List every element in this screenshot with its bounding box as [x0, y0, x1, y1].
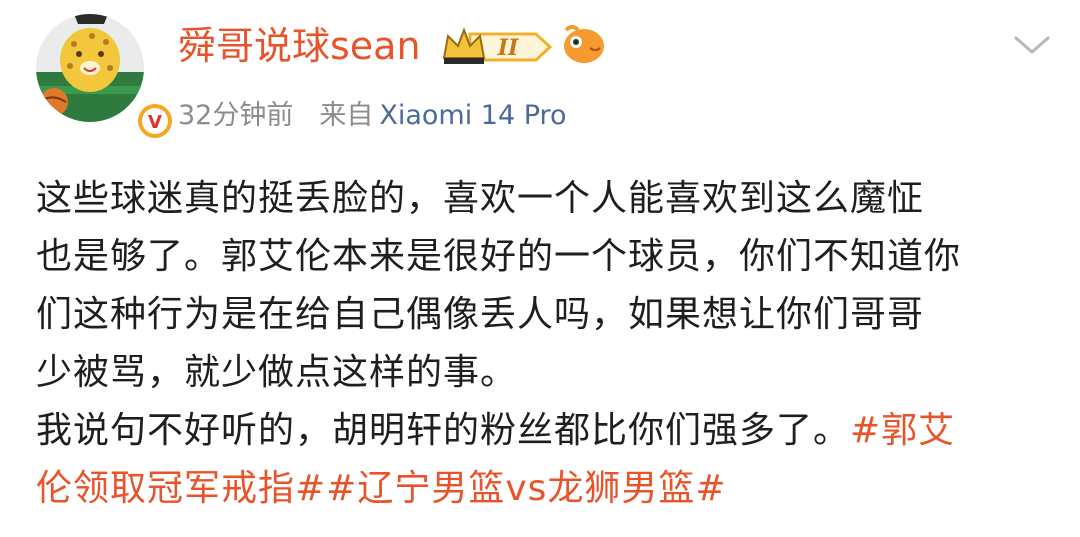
cartoon-leopard-avatar-icon: [36, 14, 144, 122]
body-text-segment: 我说句不好听的，胡明轩的粉丝都比你们强多了。: [36, 410, 851, 451]
post-meta: 32分钟前 来自 Xiaomi 14 Pro: [178, 96, 567, 136]
post-body: 这些球迷真的挺丢脸的，喜欢一个人能喜欢到这么魔怔 也是够了。郭艾伦本来是很好的一…: [36, 170, 1056, 518]
verified-mark-text: V: [148, 112, 162, 133]
crown-vip-icon[interactable]: II: [440, 24, 554, 70]
post-header: V 舜哥说球sean II 32分钟前 来自 Xiaomi 14 Pro: [0, 0, 1080, 160]
hashtag-line[interactable]: 伦领取冠军戒指##辽宁男篮vs龙狮男篮#: [36, 460, 1056, 518]
vip-level-text: II: [497, 35, 519, 61]
body-line: 们这种行为是在给自己偶像丢人吗，如果想让你们哥哥: [36, 294, 925, 335]
source-label: 来自: [319, 100, 374, 131]
author-name[interactable]: 舜哥说球sean: [178, 22, 421, 70]
chevron-down-icon[interactable]: [1010, 30, 1054, 60]
body-line: 少被骂，就少做点这样的事。: [36, 352, 518, 393]
avatar[interactable]: V: [34, 2, 176, 142]
source-device[interactable]: Xiaomi 14 Pro: [379, 100, 566, 131]
body-line-last: 我说句不好听的，胡明轩的粉丝都比你们强多了。#郭艾: [36, 402, 1056, 460]
body-line: 也是够了。郭艾伦本来是很好的一个球员，你们不知道你: [36, 236, 962, 277]
verified-badge-icon: V: [133, 99, 177, 143]
hashtag-link[interactable]: #郭艾: [850, 410, 955, 451]
body-line: 这些球迷真的挺丢脸的，喜欢一个人能喜欢到这么魔怔: [36, 178, 925, 219]
post-time: 32分钟前: [178, 100, 294, 131]
fish-emoji-icon: [560, 22, 608, 68]
